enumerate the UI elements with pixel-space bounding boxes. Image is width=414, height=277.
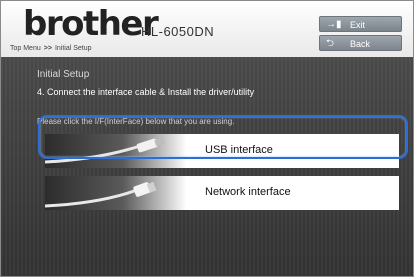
breadcrumb-current: Initial Setup (54, 45, 92, 52)
main-content: Initial Setup 4. Connect the interface c… (1, 57, 413, 276)
model-name: HL-6050DN (141, 24, 215, 39)
installer-window: brother HL-6050DN →▮ Exit ⮌ Back Top Men… (0, 0, 414, 277)
step-heading: 4. Connect the interface cable & Install… (37, 87, 255, 97)
network-cable-icon (45, 181, 157, 208)
brother-logo: brother (23, 4, 159, 44)
exit-button-label: Exit (350, 20, 366, 30)
exit-door-icon: →▮ (326, 19, 342, 30)
breadcrumb: Top Menu >> Initial Setup (1, 43, 413, 55)
header: brother HL-6050DN →▮ Exit ⮌ Back Top Men… (1, 1, 413, 57)
network-interface-label: Network interface (205, 186, 291, 198)
network-interface-button[interactable]: Network interface (45, 176, 399, 210)
page-title: Initial Setup (37, 69, 90, 80)
selection-highlight (38, 115, 408, 159)
breadcrumb-top-menu[interactable]: Top Menu (10, 45, 41, 52)
exit-button[interactable]: →▮ Exit (319, 16, 402, 32)
breadcrumb-separator: >> (43, 45, 52, 52)
